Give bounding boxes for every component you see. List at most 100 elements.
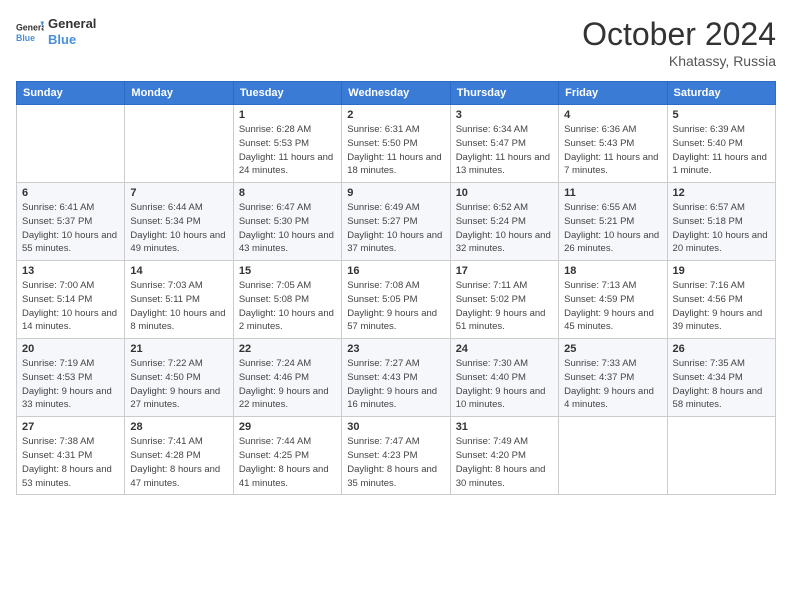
day-number: 27 (22, 421, 119, 433)
day-number: 28 (130, 421, 227, 433)
day-number: 14 (130, 265, 227, 277)
day-info: Sunrise: 7:27 AM Sunset: 4:43 PM Dayligh… (347, 357, 444, 412)
calendar-header: SundayMondayTuesdayWednesdayThursdayFrid… (17, 82, 776, 105)
day-info: Sunrise: 7:03 AM Sunset: 5:11 PM Dayligh… (130, 279, 227, 334)
calendar-cell: 7 Sunrise: 6:44 AM Sunset: 5:34 PM Daylig… (125, 183, 233, 261)
calendar-week-row: 20 Sunrise: 7:19 AM Sunset: 4:53 PM Dayli… (17, 339, 776, 417)
day-info: Sunrise: 7:11 AM Sunset: 5:02 PM Dayligh… (456, 279, 553, 334)
day-number: 24 (456, 343, 553, 355)
calendar-cell: 12 Sunrise: 6:57 AM Sunset: 5:18 PM Dayli… (667, 183, 775, 261)
day-info: Sunrise: 7:49 AM Sunset: 4:20 PM Dayligh… (456, 435, 553, 490)
calendar-cell: 3Sunrise: 6:34 AM Sunset: 5:47 PM Daylig… (450, 105, 558, 183)
logo: General Blue General Blue (16, 16, 96, 47)
calendar-cell: 13 Sunrise: 7:00 AM Sunset: 5:14 PM Dayli… (17, 261, 125, 339)
calendar-cell: 23 Sunrise: 7:27 AM Sunset: 4:43 PM Dayli… (342, 339, 450, 417)
calendar-week-row: 1Sunrise: 6:28 AM Sunset: 5:53 PM Daylig… (17, 105, 776, 183)
calendar-cell: 24 Sunrise: 7:30 AM Sunset: 4:40 PM Dayli… (450, 339, 558, 417)
day-info: Sunrise: 7:35 AM Sunset: 4:34 PM Dayligh… (673, 357, 770, 412)
calendar-cell: 15 Sunrise: 7:05 AM Sunset: 5:08 PM Dayli… (233, 261, 341, 339)
location-subtitle: Khatassy, Russia (582, 53, 776, 69)
day-info: Sunrise: 7:00 AM Sunset: 5:14 PM Dayligh… (22, 279, 119, 334)
day-number: 31 (456, 421, 553, 433)
svg-text:Blue: Blue (16, 32, 35, 42)
day-info: Sunrise: 7:13 AM Sunset: 4:59 PM Dayligh… (564, 279, 661, 334)
calendar-cell: 9 Sunrise: 6:49 AM Sunset: 5:27 PM Daylig… (342, 183, 450, 261)
calendar-cell: 30 Sunrise: 7:47 AM Sunset: 4:23 PM Dayli… (342, 417, 450, 495)
day-number: 1 (239, 109, 336, 121)
calendar-table: SundayMondayTuesdayWednesdayThursdayFrid… (16, 81, 776, 495)
calendar-cell (17, 105, 125, 183)
weekday-header: Saturday (667, 82, 775, 105)
day-info: Sunrise: 7:47 AM Sunset: 4:23 PM Dayligh… (347, 435, 444, 490)
day-number: 12 (673, 187, 770, 199)
calendar-cell: 11Sunrise: 6:55 AM Sunset: 5:21 PM Dayli… (559, 183, 667, 261)
month-title: October 2024 (582, 16, 776, 53)
day-number: 8 (239, 187, 336, 199)
day-number: 15 (239, 265, 336, 277)
day-number: 18 (564, 265, 661, 277)
calendar-cell: 4 Sunrise: 6:36 AM Sunset: 5:43 PM Daylig… (559, 105, 667, 183)
day-number: 5 (673, 109, 770, 121)
day-info: Sunrise: 6:52 AM Sunset: 5:24 PM Dayligh… (456, 201, 553, 256)
calendar-cell: 14 Sunrise: 7:03 AM Sunset: 5:11 PM Dayli… (125, 261, 233, 339)
calendar-cell: 5 Sunrise: 6:39 AM Sunset: 5:40 PM Daylig… (667, 105, 775, 183)
day-number: 10 (456, 187, 553, 199)
day-number: 6 (22, 187, 119, 199)
day-number: 7 (130, 187, 227, 199)
weekday-header: Friday (559, 82, 667, 105)
day-number: 9 (347, 187, 444, 199)
day-info: Sunrise: 7:16 AM Sunset: 4:56 PM Dayligh… (673, 279, 770, 334)
day-info: Sunrise: 7:08 AM Sunset: 5:05 PM Dayligh… (347, 279, 444, 334)
day-number: 2 (347, 109, 444, 121)
day-info: Sunrise: 7:41 AM Sunset: 4:28 PM Dayligh… (130, 435, 227, 490)
calendar-week-row: 6Sunrise: 6:41 AM Sunset: 5:37 PM Daylig… (17, 183, 776, 261)
day-info: Sunrise: 7:19 AM Sunset: 4:53 PM Dayligh… (22, 357, 119, 412)
day-number: 20 (22, 343, 119, 355)
day-info: Sunrise: 6:44 AM Sunset: 5:34 PM Dayligh… (130, 201, 227, 256)
day-info: Sunrise: 6:47 AM Sunset: 5:30 PM Dayligh… (239, 201, 336, 256)
calendar-cell: 19 Sunrise: 7:16 AM Sunset: 4:56 PM Dayli… (667, 261, 775, 339)
day-info: Sunrise: 6:57 AM Sunset: 5:18 PM Dayligh… (673, 201, 770, 256)
calendar-cell: 28 Sunrise: 7:41 AM Sunset: 4:28 PM Dayli… (125, 417, 233, 495)
day-number: 30 (347, 421, 444, 433)
day-number: 4 (564, 109, 661, 121)
day-info: Sunrise: 6:31 AM Sunset: 5:50 PM Dayligh… (347, 123, 444, 178)
calendar-cell: 25Sunrise: 7:33 AM Sunset: 4:37 PM Dayli… (559, 339, 667, 417)
logo-line2: Blue (48, 32, 96, 48)
calendar-cell: 26Sunrise: 7:35 AM Sunset: 4:34 PM Dayli… (667, 339, 775, 417)
calendar-cell (125, 105, 233, 183)
day-info: Sunrise: 6:36 AM Sunset: 5:43 PM Dayligh… (564, 123, 661, 178)
day-info: Sunrise: 6:39 AM Sunset: 5:40 PM Dayligh… (673, 123, 770, 178)
weekday-header: Monday (125, 82, 233, 105)
weekday-header: Sunday (17, 82, 125, 105)
day-info: Sunrise: 7:22 AM Sunset: 4:50 PM Dayligh… (130, 357, 227, 412)
calendar-cell: 10 Sunrise: 6:52 AM Sunset: 5:24 PM Dayli… (450, 183, 558, 261)
weekday-header: Wednesday (342, 82, 450, 105)
day-info: Sunrise: 7:44 AM Sunset: 4:25 PM Dayligh… (239, 435, 336, 490)
day-number: 13 (22, 265, 119, 277)
day-number: 3 (456, 109, 553, 121)
day-info: Sunrise: 6:49 AM Sunset: 5:27 PM Dayligh… (347, 201, 444, 256)
calendar-cell: 27Sunrise: 7:38 AM Sunset: 4:31 PM Dayli… (17, 417, 125, 495)
calendar-cell: 21 Sunrise: 7:22 AM Sunset: 4:50 PM Dayli… (125, 339, 233, 417)
calendar-cell (667, 417, 775, 495)
day-info: Sunrise: 7:30 AM Sunset: 4:40 PM Dayligh… (456, 357, 553, 412)
logo-line1: General (48, 16, 96, 32)
day-number: 11 (564, 187, 661, 199)
svg-text:General: General (16, 22, 44, 32)
weekday-header: Thursday (450, 82, 558, 105)
title-block: October 2024 Khatassy, Russia (582, 16, 776, 69)
calendar-cell: 31 Sunrise: 7:49 AM Sunset: 4:20 PM Dayli… (450, 417, 558, 495)
calendar-cell: 29 Sunrise: 7:44 AM Sunset: 4:25 PM Dayli… (233, 417, 341, 495)
day-info: Sunrise: 7:33 AM Sunset: 4:37 PM Dayligh… (564, 357, 661, 412)
calendar-cell: 18 Sunrise: 7:13 AM Sunset: 4:59 PM Dayli… (559, 261, 667, 339)
day-number: 21 (130, 343, 227, 355)
day-info: Sunrise: 7:05 AM Sunset: 5:08 PM Dayligh… (239, 279, 336, 334)
day-info: Sunrise: 7:24 AM Sunset: 4:46 PM Dayligh… (239, 357, 336, 412)
day-number: 19 (673, 265, 770, 277)
calendar-cell: 17 Sunrise: 7:11 AM Sunset: 5:02 PM Dayli… (450, 261, 558, 339)
day-number: 29 (239, 421, 336, 433)
day-number: 23 (347, 343, 444, 355)
day-number: 22 (239, 343, 336, 355)
day-number: 17 (456, 265, 553, 277)
